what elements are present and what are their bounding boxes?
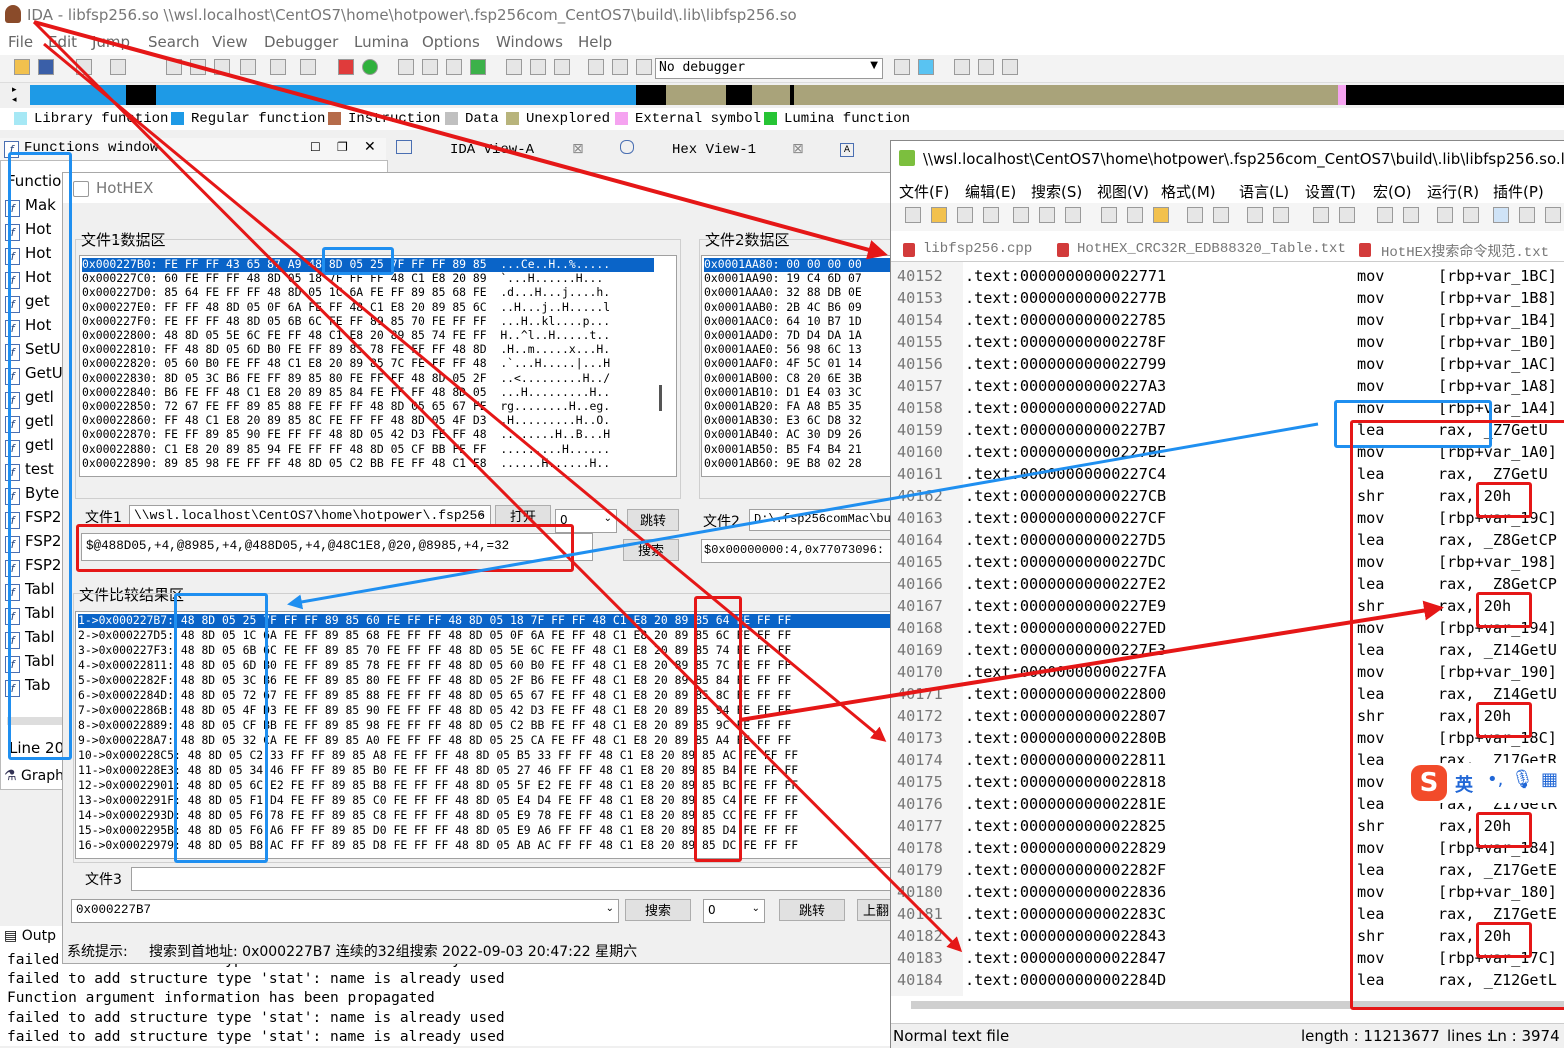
red-arrow <box>32 20 963 953</box>
red-arrow <box>739 600 1444 722</box>
red-arrow <box>33 20 888 260</box>
blue-arrow <box>287 422 1319 610</box>
red-arrow <box>43 42 887 742</box>
annotation-arrows <box>32 20 1444 953</box>
